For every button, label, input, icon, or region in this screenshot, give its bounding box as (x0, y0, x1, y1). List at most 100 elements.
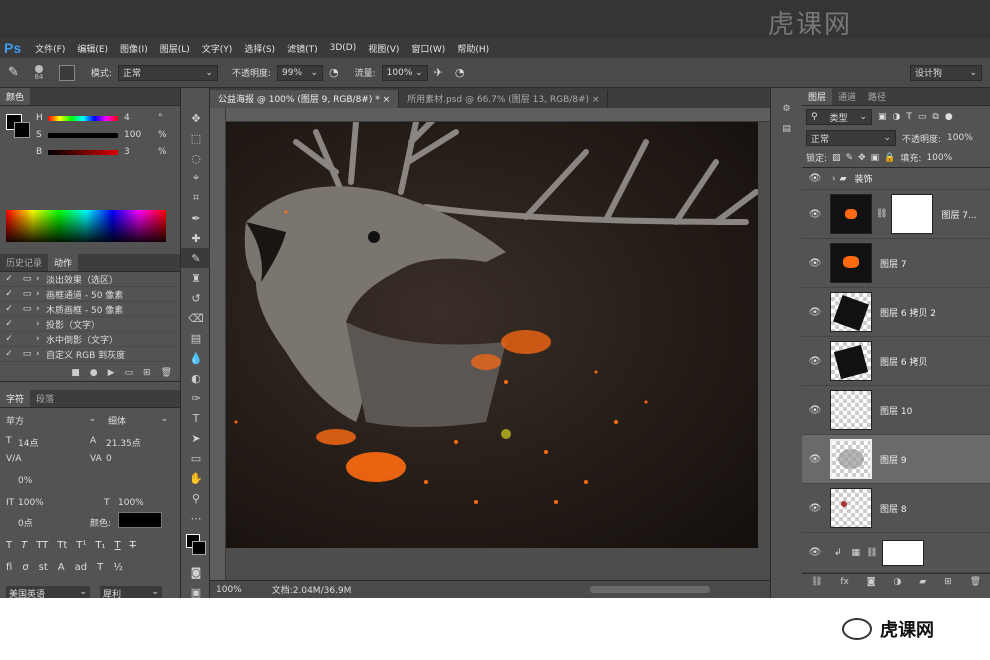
stop-icon[interactable]: ■ (71, 368, 80, 381)
lock-all-icon[interactable]: 🔒 (884, 153, 895, 163)
lock-pixels-icon[interactable]: ▨ (832, 153, 841, 163)
leading-field[interactable]: 21.35点 (106, 436, 141, 449)
trash-icon[interactable]: 🗑 (970, 577, 981, 587)
strikethrough-button[interactable]: T (130, 540, 136, 551)
lock-paint-icon[interactable]: ✎ (846, 153, 854, 163)
path-select-tool-icon[interactable]: ➤ (181, 428, 211, 448)
check-icon[interactable]: ✓ (4, 349, 14, 359)
layer-mask-thumbnail[interactable] (881, 539, 924, 566)
link-icon[interactable]: ⛓ (876, 209, 887, 219)
new-action-icon[interactable]: ⊞ (143, 368, 151, 381)
layer-row[interactable]: 👁 图层 7 (802, 239, 990, 288)
menu-3d[interactable]: 3D(D) (324, 43, 363, 53)
type-tool-icon[interactable]: T (181, 408, 211, 428)
marquee-tool-icon[interactable]: ⬚ (181, 128, 211, 148)
dodge-tool-icon[interactable]: ◐ (181, 368, 211, 388)
tab-character[interactable]: 字符 (0, 390, 31, 407)
info-icon[interactable]: ▤ (771, 124, 802, 134)
superscript-button[interactable]: T¹ (76, 540, 86, 551)
eraser-tool-icon[interactable]: ⌫ (181, 308, 211, 328)
menu-type[interactable]: 文字(Y) (196, 42, 239, 55)
adjust-filter-icon[interactable]: ◑ (893, 112, 901, 122)
chevron-right-icon[interactable]: › (832, 174, 836, 184)
faux-italic-button[interactable]: T (21, 540, 27, 551)
color-spectrum[interactable] (6, 210, 166, 242)
layer-mask-thumbnail[interactable] (891, 194, 934, 234)
eye-icon[interactable]: 👁 (802, 405, 828, 416)
eye-icon[interactable]: 👁 (802, 503, 828, 514)
ordinal-button[interactable]: T (97, 562, 103, 573)
menu-view[interactable]: 视图(V) (362, 42, 405, 55)
menu-help[interactable]: 帮助(H) (451, 42, 495, 55)
fx-icon[interactable]: fx (840, 577, 849, 587)
new-group-icon[interactable]: ▰ (919, 577, 926, 587)
tab-channels[interactable]: 通道 (832, 88, 862, 105)
zoom-level[interactable]: 100% (216, 585, 242, 595)
font-size-field[interactable]: 14点 (18, 436, 38, 449)
fraction-button[interactable]: ½ (113, 562, 123, 573)
horizontal-scrollbar[interactable] (590, 586, 710, 593)
lock-artboard-icon[interactable]: ▣ (871, 153, 880, 163)
layer-filter-select[interactable]: ⚲ 类型 ⌄ (806, 109, 872, 125)
layer-row[interactable]: 👁 ⛓ 图层 7... (802, 190, 990, 239)
alternates-button[interactable]: A (58, 562, 65, 573)
doc-info[interactable]: 文档:2.04M/36.9M (272, 583, 352, 596)
all-caps-button[interactable]: TT (36, 540, 48, 551)
pressure-size-icon[interactable]: ◔ (455, 66, 465, 79)
horizontal-scale-field[interactable]: 100% (118, 498, 144, 508)
tab-actions[interactable]: 动作 (48, 254, 79, 271)
flow-field[interactable]: 100% ⌄ (381, 64, 428, 81)
healing-brush-tool-icon[interactable]: ✚ (181, 228, 211, 248)
eye-icon[interactable]: 👁 (802, 173, 828, 184)
font-style-select[interactable]: 细体 ⌄ (108, 414, 168, 427)
dialog-icon[interactable]: ▭ (22, 289, 32, 299)
menu-window[interactable]: 窗口(W) (405, 42, 451, 55)
link-icon[interactable]: ⛓ (866, 548, 877, 558)
gradient-tool-icon[interactable]: ▤ (181, 328, 211, 348)
layer-row[interactable]: 👁 图层 8 (802, 484, 990, 533)
dialog-icon[interactable]: ▭ (22, 304, 32, 314)
crop-tool-icon[interactable]: ⌗ (181, 188, 211, 208)
text-color-swatch[interactable] (118, 512, 162, 528)
brush-panel-icon[interactable] (58, 64, 75, 81)
kerning-field[interactable]: V/A (6, 454, 21, 464)
list-item[interactable]: ✓ ▭ › 木质画框 - 50 像素 (0, 302, 180, 317)
brightness-slider[interactable] (48, 150, 118, 155)
layer-row[interactable]: 👁 图层 6 拷贝 2 (802, 288, 990, 337)
eye-icon[interactable]: 👁 (802, 356, 828, 367)
add-mask-icon[interactable]: ◙ (867, 577, 876, 587)
ligature-button[interactable]: fi (6, 562, 12, 573)
tab-color[interactable]: 颜色 (0, 88, 31, 105)
eye-icon[interactable]: 👁 (802, 547, 828, 558)
pixel-filter-icon[interactable]: ▣ (878, 112, 887, 122)
layer-opacity-field[interactable]: 100% (947, 133, 973, 143)
new-set-icon[interactable]: ▭ (125, 368, 134, 381)
h-value[interactable]: 4 (124, 113, 130, 123)
subscript-button[interactable]: T₁ (95, 540, 105, 551)
dialog-icon[interactable] (22, 334, 32, 344)
tab-document-source[interactable]: 所用素材.psd @ 66.7% (图层 13, RGB/8#) × (399, 90, 609, 108)
tab-document-active[interactable]: 公益海报 @ 100% (图层 9, RGB/8#) * × (210, 90, 400, 108)
layer-group[interactable]: 👁 › ▰ 装饰 (802, 168, 990, 190)
menu-file[interactable]: 文件(F) (29, 42, 71, 55)
layer-row[interactable]: 👁 图层 6 拷贝 (802, 337, 990, 386)
pen-tool-icon[interactable]: ✑ (181, 388, 211, 408)
smart-filter-icon[interactable]: ⧉ (932, 112, 938, 122)
check-icon[interactable]: ✓ (4, 274, 14, 284)
tab-layers[interactable]: 图层 (802, 88, 833, 105)
check-icon[interactable]: ✓ (4, 319, 14, 329)
eye-icon[interactable]: 👁 (802, 307, 828, 318)
layer-row[interactable]: 👁 图层 10 (802, 386, 990, 435)
blur-tool-icon[interactable]: 💧 (181, 348, 211, 368)
zoom-tool-icon[interactable]: ⚲ (181, 488, 211, 508)
check-icon[interactable]: ✓ (4, 334, 14, 344)
adjust-icon[interactable]: ⚙ (771, 104, 802, 114)
lasso-tool-icon[interactable]: ◌ (181, 148, 211, 168)
list-item[interactable]: ✓ › 投影（文字） (0, 317, 180, 332)
layer-row-adjustment[interactable]: 👁 ↲ ▦ ⛓ (802, 533, 990, 573)
brush-tool-icon[interactable]: ✎ (181, 248, 211, 268)
menu-filter[interactable]: 滤镜(T) (281, 42, 324, 55)
airbrush-icon[interactable]: ✈ (434, 66, 443, 79)
link-layers-icon[interactable]: ⛓ (811, 577, 822, 587)
underline-button[interactable]: T (115, 540, 121, 551)
